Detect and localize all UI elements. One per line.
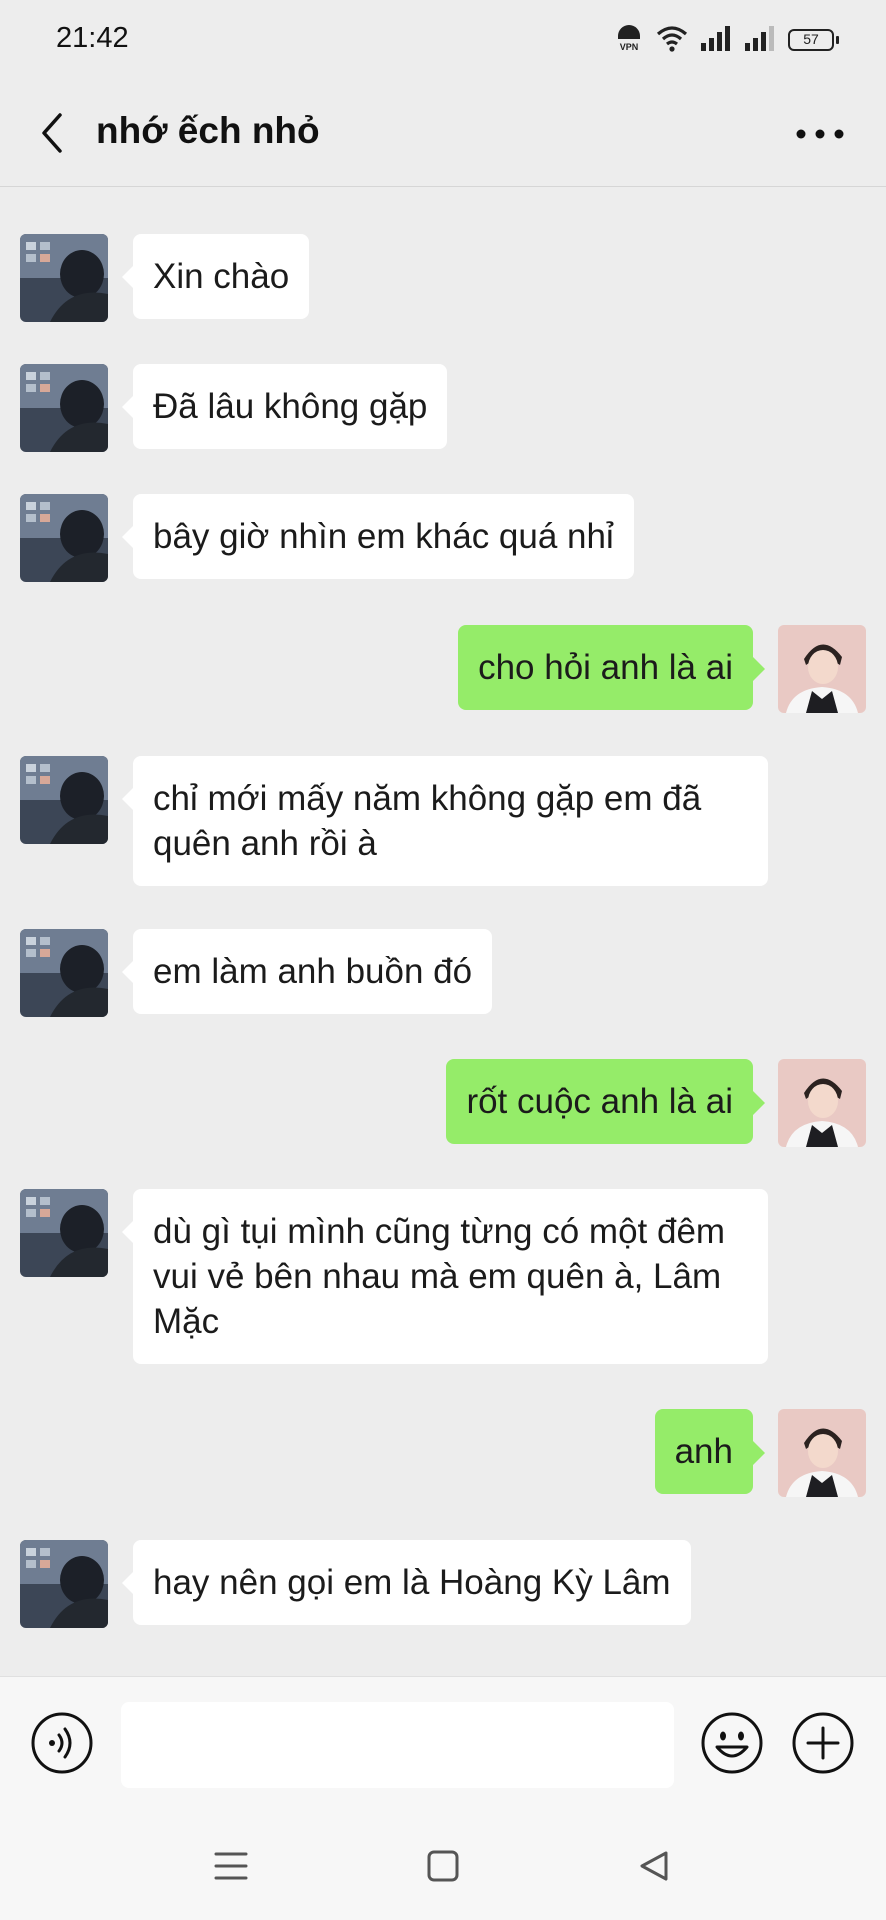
message-input[interactable] — [121, 1702, 674, 1788]
message-bubble[interactable]: Xin chào — [121, 234, 310, 319]
vpn-label: VPN — [620, 42, 639, 52]
message-bubble[interactable]: Đã lâu không gặp — [121, 364, 448, 449]
status-bar: 21:42 VPN 57 — [0, 0, 886, 80]
contact-avatar[interactable] — [20, 1540, 108, 1628]
my-avatar[interactable] — [778, 1409, 866, 1497]
system-nav-bar — [0, 1812, 886, 1920]
message-bubble[interactable]: anh — [654, 1409, 766, 1494]
plus-circle-icon — [792, 1712, 854, 1774]
nav-home-button[interactable] — [419, 1842, 467, 1890]
message-bubble[interactable]: bây giờ nhìn em khác quá nhỉ — [122, 494, 634, 579]
status-icons: VPN 57 — [614, 23, 839, 58]
message-bubble[interactable]: cho hỏi anh là ai — [458, 625, 765, 710]
nav-back-button[interactable] — [630, 1842, 678, 1890]
more-horizontal-icon — [796, 129, 844, 139]
contact-avatar[interactable] — [20, 756, 108, 844]
message-bubble[interactable]: chỉ mới mấy năm không gặp em đã quên anh… — [122, 756, 768, 886]
chat-header: nhớ ếch nhỏ — [0, 80, 886, 187]
status-time: 21:42 — [56, 22, 129, 54]
battery-icon: 57 — [788, 29, 839, 51]
contact-avatar[interactable] — [20, 929, 108, 1017]
home-square-icon — [427, 1850, 459, 1882]
emoji-button[interactable] — [700, 1711, 764, 1775]
my-avatar[interactable] — [778, 1059, 866, 1147]
signal-icon-1 — [700, 25, 732, 56]
input-bar — [0, 1676, 886, 1813]
chat-title: nhớ ếch nhỏ — [96, 110, 320, 151]
nav-menu-button[interactable] — [207, 1842, 255, 1890]
menu-icon — [214, 1852, 248, 1880]
emoji-icon — [701, 1712, 763, 1774]
contact-avatar[interactable] — [20, 494, 108, 582]
message-bubble[interactable]: dù gì tụi mình cũng từng có một đêm vui … — [122, 1189, 768, 1364]
message-bubble[interactable]: rốt cuộc anh là ai — [446, 1059, 765, 1144]
my-avatar[interactable] — [778, 625, 866, 713]
contact-avatar[interactable] — [20, 234, 108, 322]
contact-avatar[interactable] — [20, 1189, 108, 1277]
wifi-icon — [656, 24, 688, 57]
more-button[interactable] — [790, 114, 850, 154]
message-list[interactable]: Xin chào Đã lâu không gặp bây giờ nhìn e… — [0, 186, 886, 1676]
triangle-back-icon — [640, 1851, 668, 1881]
message-bubble[interactable]: em làm anh buồn đó — [121, 929, 493, 1014]
plus-button[interactable] — [791, 1711, 855, 1775]
chevron-left-icon — [42, 113, 62, 153]
voice-icon — [31, 1712, 93, 1774]
contact-avatar[interactable] — [20, 364, 108, 452]
voice-button[interactable] — [30, 1711, 94, 1775]
back-button[interactable] — [30, 108, 74, 158]
signal-icon-2 — [744, 25, 776, 56]
vpn-icon: VPN — [614, 23, 644, 58]
message-bubble[interactable]: hay nên gọi em là Hoàng Kỳ Lâm — [122, 1540, 691, 1625]
